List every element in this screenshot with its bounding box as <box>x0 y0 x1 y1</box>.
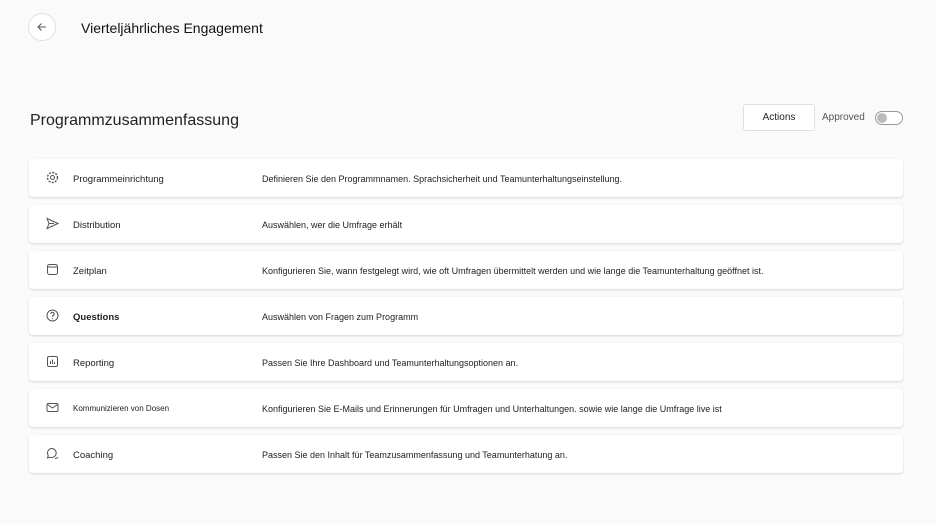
row-description: Konfigurieren Sie E-Mails und Erinnerung… <box>262 404 722 414</box>
row-programmeinrichtung[interactable]: Programmeinrichtung Definieren Sie den P… <box>29 159 903 197</box>
row-label: Kommunizieren von Dosen <box>73 404 170 413</box>
row-description: Passen Sie Ihre Dashboard und Teamunterh… <box>262 358 519 368</box>
back-button[interactable] <box>28 13 56 41</box>
mail-icon <box>46 401 59 414</box>
row-questions[interactable]: Questions Auswählen von Fragen zum Progr… <box>29 297 903 335</box>
row-label: Programmeinrichtung <box>73 174 164 185</box>
page-title: Vierteljährliches Engagement <box>81 20 263 36</box>
row-distribution[interactable]: Distribution Auswählen, wer die Umfrage … <box>29 205 903 243</box>
row-label: Questions <box>73 312 120 323</box>
send-icon <box>46 217 59 230</box>
section-title: Programmzusammenfassung <box>30 112 239 129</box>
row-label: Distribution <box>73 220 121 231</box>
calendar-icon <box>46 263 59 276</box>
program-summary-list: Programmeinrichtung Definieren Sie den P… <box>29 159 903 481</box>
gear-icon <box>46 171 59 184</box>
approved-label: Approved <box>822 112 865 123</box>
row-description: Konfigurieren Sie, wann festgelegt wird,… <box>262 266 764 276</box>
row-description: Definieren Sie den Programmnamen. Sprach… <box>262 174 623 184</box>
row-description: Auswählen von Fragen zum Programm <box>262 312 419 322</box>
row-description: Auswählen, wer die Umfrage erhält <box>262 220 403 230</box>
row-zeitplan[interactable]: Zeitplan Konfigurieren Sie, wann festgel… <box>29 251 903 289</box>
toggle-knob <box>877 113 887 123</box>
chart-icon <box>46 355 59 368</box>
chat-icon <box>46 447 59 460</box>
actions-button[interactable]: Actions <box>743 104 815 131</box>
arrow-left-icon <box>37 23 46 31</box>
row-reporting[interactable]: Reporting Passen Sie Ihre Dashboard und … <box>29 343 903 381</box>
row-label: Reporting <box>73 358 115 369</box>
row-kommunizieren[interactable]: Kommunizieren von Dosen Konfigurieren Si… <box>29 389 903 427</box>
row-label: Zeitplan <box>73 266 107 277</box>
row-coaching[interactable]: Coaching Passen Sie den Inhalt für Teamz… <box>29 435 903 473</box>
row-label: Coaching <box>73 450 114 461</box>
approved-toggle[interactable] <box>875 111 903 125</box>
row-description: Passen Sie den Inhalt für Teamzusammenfa… <box>262 450 568 460</box>
question-icon <box>46 309 59 322</box>
